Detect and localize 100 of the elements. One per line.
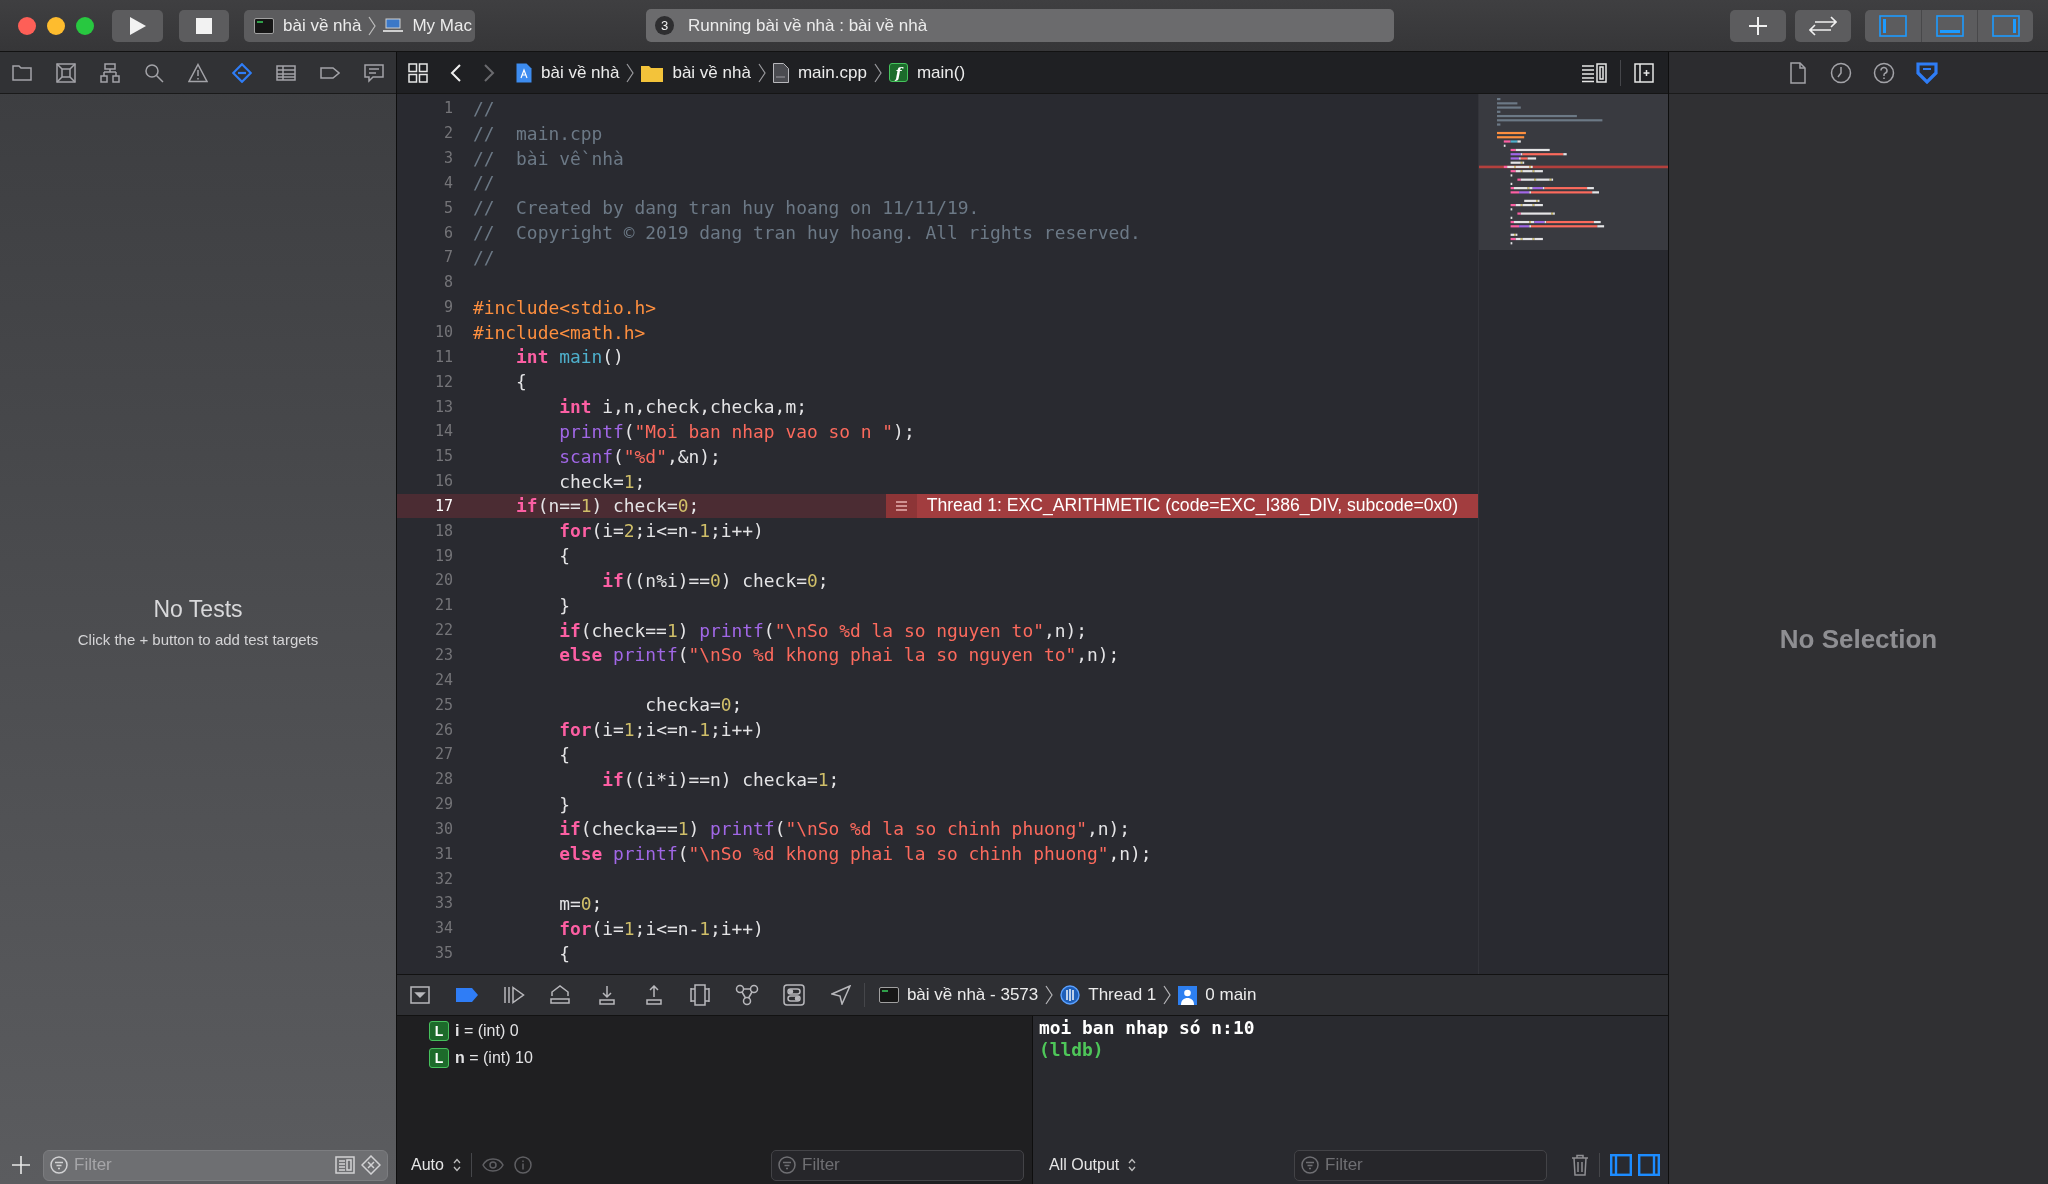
split-plus-icon xyxy=(1634,62,1654,83)
line-number: 30 xyxy=(433,819,453,838)
line-number: 4 xyxy=(442,173,453,192)
local-variable-badge: L xyxy=(429,1020,449,1041)
shield-icon xyxy=(1916,61,1938,84)
path-item[interactable]: f main() xyxy=(888,62,966,83)
inspector-tab[interactable] xyxy=(1916,61,1938,84)
inspector-tab[interactable] xyxy=(1830,61,1852,84)
code-review-button[interactable] xyxy=(1795,9,1851,42)
local-variable-badge: L xyxy=(429,1047,449,1068)
console-view-toggle[interactable] xyxy=(1638,1154,1660,1176)
line-number: 27 xyxy=(433,745,453,764)
code-line: int i,n,check,checka,m; xyxy=(559,396,807,418)
minimize-button[interactable] xyxy=(47,16,65,35)
plus-icon xyxy=(12,1156,30,1174)
code-line: int main() xyxy=(516,346,624,368)
code-line: if((i*i)==n) checka=1; xyxy=(602,768,840,790)
filter-icon xyxy=(778,1156,796,1174)
bottom-panel-icon xyxy=(1935,14,1964,37)
plus-icon xyxy=(1749,16,1767,35)
line-number: 33 xyxy=(433,894,453,913)
destination-button[interactable]: My Mac xyxy=(383,9,472,42)
output-popup[interactable]: All Output xyxy=(1049,1156,1137,1174)
line-number: 17 xyxy=(433,496,453,515)
error-marker-icon[interactable] xyxy=(885,493,917,518)
eye-icon[interactable] xyxy=(481,1158,504,1172)
code-line: // Copyright © 2019 dang tran huy hoang. All rights reserved. xyxy=(473,222,1141,244)
path-chevron-icon xyxy=(1163,985,1172,1005)
editor-options-button[interactable] xyxy=(1581,62,1607,83)
layers-icon xyxy=(690,984,711,1006)
folder-icon xyxy=(12,62,32,83)
add-button[interactable] xyxy=(12,1156,30,1174)
filter-field[interactable]: Filter xyxy=(43,1149,388,1181)
console-prompt: (lldb) xyxy=(1039,1039,1104,1061)
lines-and-panel-icon xyxy=(1581,62,1607,83)
related-items-button[interactable] xyxy=(408,62,428,83)
path-item[interactable]: main.cpp xyxy=(772,62,867,83)
swap-arrows-icon xyxy=(1809,15,1837,36)
process-crumb[interactable]: bài về nhà - 3573 xyxy=(878,985,1039,1005)
person-icon xyxy=(1178,985,1198,1005)
variable-entry[interactable]: n = (int) 10 xyxy=(455,1048,533,1067)
scope-popup[interactable]: Auto xyxy=(411,1156,461,1174)
line-number: 8 xyxy=(442,273,453,292)
code-line: // main.cpp xyxy=(473,122,603,144)
path-item[interactable]: bài về nhà xyxy=(641,62,751,83)
filter-field[interactable]: Filter xyxy=(771,1149,1024,1181)
code-line: { xyxy=(559,942,570,964)
chevron-right-icon xyxy=(484,63,495,82)
code-line: #include<math.h> xyxy=(473,321,646,343)
thread-icon xyxy=(1060,985,1081,1005)
inspector-tab[interactable] xyxy=(1873,61,1895,84)
line-number: 32 xyxy=(433,869,453,888)
forward-button[interactable] xyxy=(484,63,495,82)
clear-console-button[interactable] xyxy=(1571,1154,1589,1176)
code-minimap[interactable] xyxy=(1479,94,1668,250)
variable-entry[interactable]: i = (int) 0 xyxy=(455,1021,519,1040)
variables-view-toggle[interactable] xyxy=(1610,1154,1632,1176)
zoom-button[interactable] xyxy=(76,16,94,35)
terminal-icon xyxy=(254,17,274,34)
code-line: scanf("%d",&n); xyxy=(559,445,721,467)
scheme-button[interactable]: bài về nhà xyxy=(254,9,362,42)
filter-icon xyxy=(50,1156,68,1174)
path-item[interactable]: bài về nhà xyxy=(516,62,620,83)
line-number: 26 xyxy=(433,720,453,739)
code-line: if(checka==1) printf("\nSo %d la so chinh phuong",n); xyxy=(559,818,1131,840)
line-number: 28 xyxy=(433,770,453,789)
code-line: for(i=1;i<=n-1;i++) xyxy=(559,917,764,939)
diamond-x-icon[interactable] xyxy=(361,1155,381,1175)
library-button[interactable] xyxy=(1730,9,1786,42)
close-button[interactable] xyxy=(18,16,36,35)
code-line: { xyxy=(516,371,527,393)
diamond-minus-icon xyxy=(232,62,252,83)
line-number: 11 xyxy=(433,347,453,366)
line-number: 13 xyxy=(433,397,453,416)
line-number: 12 xyxy=(433,372,453,391)
code-line: { xyxy=(559,545,570,567)
filter-field[interactable]: Filter xyxy=(1294,1149,1547,1181)
left-pane-icon xyxy=(1610,1154,1632,1176)
line-number: 31 xyxy=(433,844,453,863)
continue-icon xyxy=(502,986,525,1004)
play-icon xyxy=(128,15,147,36)
add-editor-button[interactable] xyxy=(1634,62,1654,83)
document-list-icon[interactable] xyxy=(335,1156,355,1174)
stop-button[interactable] xyxy=(179,9,229,42)
run-button[interactable] xyxy=(112,9,163,42)
back-button[interactable] xyxy=(450,63,461,82)
thread-crumb[interactable]: Thread 1 xyxy=(1060,985,1157,1005)
inspector-tab[interactable] xyxy=(1787,61,1809,84)
line-number: 3 xyxy=(442,149,453,168)
line-number: 14 xyxy=(433,422,453,441)
info-icon[interactable] xyxy=(513,1156,532,1174)
code-line: { xyxy=(559,743,570,765)
line-number: 5 xyxy=(442,198,453,217)
line-number: 23 xyxy=(433,646,453,664)
frame-crumb[interactable]: 0 main xyxy=(1178,985,1257,1005)
warning-icon xyxy=(188,62,208,83)
line-number: 21 xyxy=(433,596,453,615)
line-number: 29 xyxy=(433,795,453,814)
code-line: m=0; xyxy=(559,892,603,914)
code-line: check=1; xyxy=(559,470,646,492)
